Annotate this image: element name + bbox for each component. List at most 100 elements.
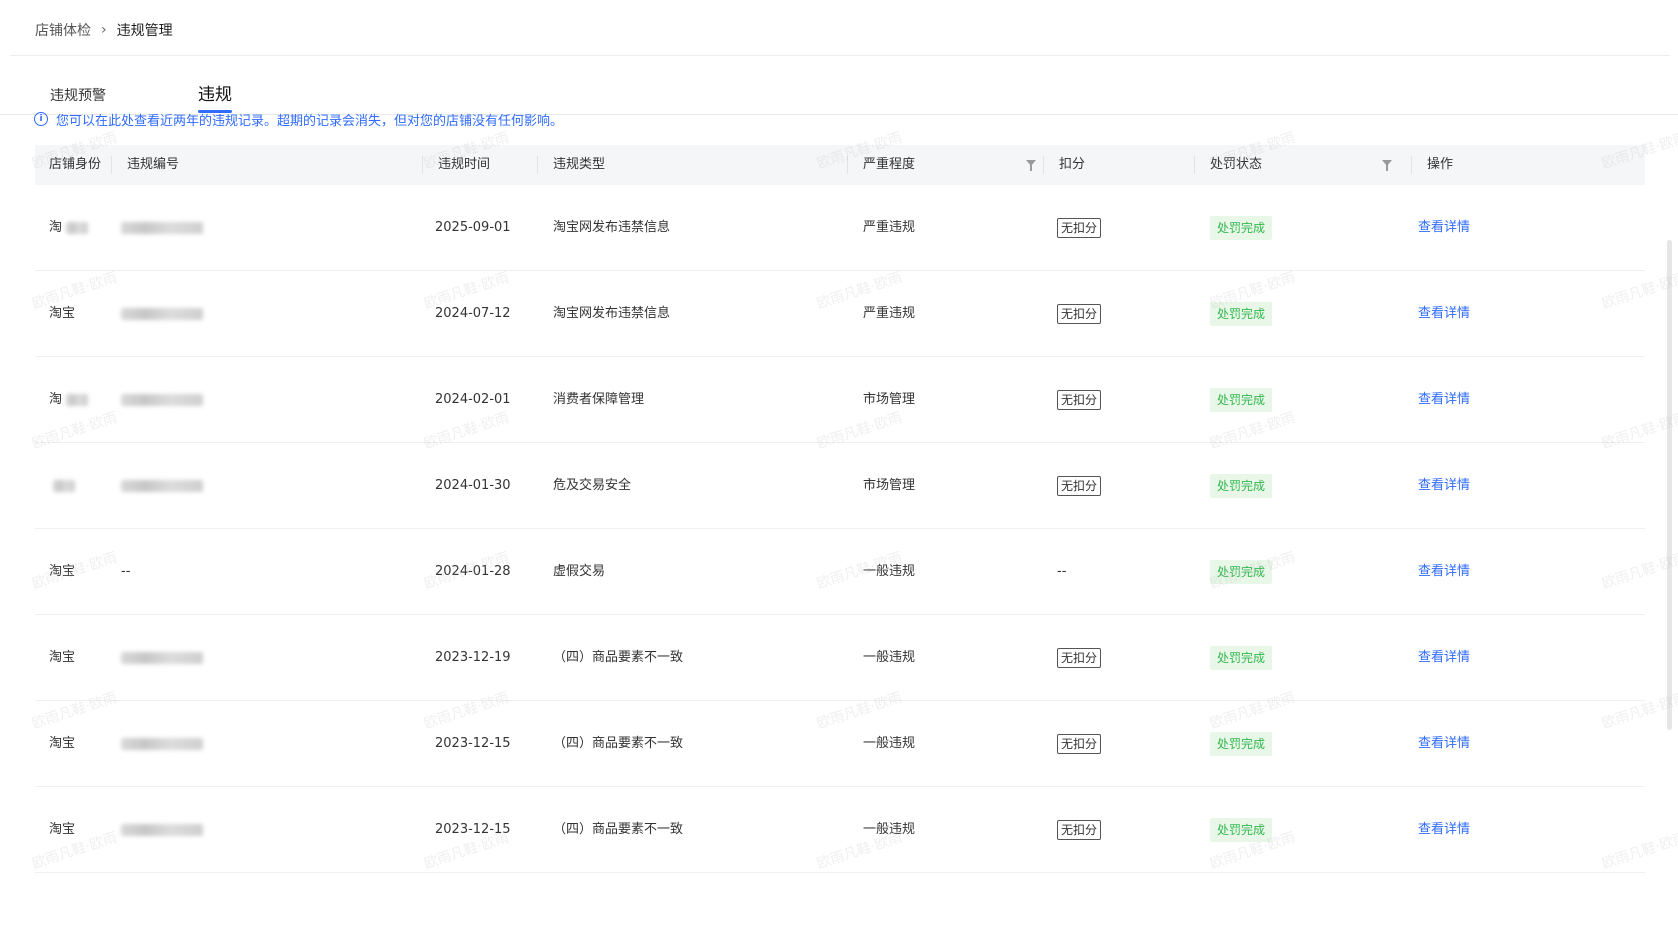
table-row: 淘宝 2024-07-12 淘宝网发布违禁信息 严重违规 无扣分 处罚完成 查看详情 [35,271,1645,357]
breadcrumb-parent-link[interactable]: 店铺体检 [35,20,91,40]
status-filter-icon[interactable] [1382,160,1392,171]
cell-severity: 严重违规 [863,306,916,321]
notice-text: 您可以在此处查看近两年的违规记录。超期的记录会消失，但对您的店铺没有任何影响。 [56,113,564,129]
redacted-blur [121,393,203,406]
status-badge: 处罚完成 [1210,731,1273,756]
breadcrumb: 店铺体检 › 违规管理 [10,4,1670,56]
view-details-link[interactable]: 查看详情 [1418,392,1470,407]
table-row: 淘宝 -- 2024-01-28 虚假交易 一般违规 -- 处罚完成 查看详情 [35,529,1645,615]
view-details-link[interactable]: 查看详情 [1418,822,1470,837]
status-badge: 处罚完成 [1210,473,1273,498]
cell-violation-type: 消费者保障管理 [553,392,645,407]
cell-deduction: 无扣分 [1057,787,1102,872]
info-icon: i [34,112,48,126]
cell-deduction: -- [1057,564,1067,579]
column-divider [1194,156,1195,174]
redacted-blur [66,221,89,234]
tab-violation[interactable]: 违规 [198,80,232,113]
cell-severity: 一般违规 [863,736,916,751]
view-details-link[interactable]: 查看详情 [1418,220,1470,235]
cell-penalty-status: 处罚完成 [1210,701,1273,786]
cell-severity: 一般违规 [863,822,916,837]
header-violation-time: 违规时间 [422,145,490,185]
cell-deduction: 无扣分 [1057,615,1102,700]
cell-deduction: 无扣分 [1057,357,1102,442]
cell-violation-type: （四）商品要素不一致 [553,736,684,751]
cell-shop-identity [49,443,75,528]
cell-action: 查看详情 [1418,529,1470,614]
cell-violation-time: 2024-07-12 [435,306,511,321]
view-details-link[interactable]: 查看详情 [1418,736,1470,751]
table-body: 淘 2025-09-01 淘宝网发布违禁信息 严重违规 无扣分 处罚完成 查看详情 淘宝 202… [35,185,1645,873]
cell-deduction: 无扣分 [1057,271,1102,356]
cell-violation-type: 淘宝网发布违禁信息 [553,306,671,321]
header-violation-id: 违规编号 [111,145,179,185]
cell-penalty-status: 处罚完成 [1210,615,1273,700]
deduction-tag: 无扣分 [1057,647,1102,668]
header-penalty-status: 处罚状态 [1194,145,1262,185]
cell-violation-id [121,185,203,270]
redacted-blur [121,823,203,836]
column-divider [422,156,423,174]
header-severity: 严重程度 [847,145,915,185]
redacted-blur [121,737,203,750]
tab-violation-warning[interactable]: 违规预警 [50,85,106,105]
scrollbar[interactable] [1667,240,1672,730]
redacted-blur [121,651,203,664]
column-divider [1043,156,1044,174]
cell-action: 查看详情 [1418,185,1470,270]
deduction-tag: 无扣分 [1057,217,1102,238]
cell-violation-id [121,271,203,356]
cell-action: 查看详情 [1418,701,1470,786]
cell-violation-id: -- [121,564,131,579]
redacted-blur [121,221,203,234]
table-row: 淘 2024-02-01 消费者保障管理 市场管理 无扣分 处罚完成 查看详情 [35,357,1645,443]
cell-severity: 严重违规 [863,220,916,235]
tab-bar: 违规预警 违规 [0,56,1678,115]
view-details-link[interactable]: 查看详情 [1418,564,1470,579]
cell-severity: 市场管理 [863,478,916,493]
status-badge: 处罚完成 [1210,301,1273,326]
cell-violation-type: （四）商品要素不一致 [553,650,684,665]
cell-violation-type: 虚假交易 [553,564,606,579]
redacted-blur [53,479,75,492]
status-badge: 处罚完成 [1210,817,1273,842]
status-badge: 处罚完成 [1210,559,1273,584]
status-badge: 处罚完成 [1210,645,1273,670]
header-violation-type: 违规类型 [537,145,605,185]
severity-filter-icon[interactable] [1026,160,1036,171]
redacted-blur [121,479,203,492]
cell-shop-identity: 淘宝 [49,736,76,751]
cell-violation-id [121,787,203,872]
cell-violation-type: 危及交易安全 [553,478,632,493]
cell-violation-id [121,357,203,442]
violation-table: 店铺身份 违规编号 违规时间 违规类型 严重程度 扣分 处罚状态 操作 淘 20… [35,145,1645,873]
cell-violation-time: 2023-12-15 [435,736,511,751]
cell-penalty-status: 处罚完成 [1210,787,1273,872]
chevron-right-icon: › [101,21,107,38]
cell-shop-identity: 淘宝 [49,822,76,837]
deduction-tag: 无扣分 [1057,819,1102,840]
table-row: 淘宝 2023-12-15 （四）商品要素不一致 一般违规 无扣分 处罚完成 查看详情 [35,787,1645,873]
cell-violation-time: 2025-09-01 [435,220,511,235]
cell-action: 查看详情 [1418,443,1470,528]
cell-shop-identity: 淘宝 [49,564,76,579]
view-details-link[interactable]: 查看详情 [1418,478,1470,493]
cell-violation-time: 2023-12-15 [435,822,511,837]
cell-deduction: 无扣分 [1057,185,1102,270]
view-details-link[interactable]: 查看详情 [1418,306,1470,321]
cell-action: 查看详情 [1418,271,1470,356]
cell-shop-identity: 淘 [49,185,89,270]
cell-action: 查看详情 [1418,357,1470,442]
cell-penalty-status: 处罚完成 [1210,271,1273,356]
cell-violation-id [121,615,203,700]
cell-shop-identity: 淘宝 [49,650,76,665]
cell-action: 查看详情 [1418,787,1470,872]
deduction-tag: 无扣分 [1057,733,1102,754]
cell-violation-type: 淘宝网发布违禁信息 [553,220,671,235]
column-divider [111,156,112,174]
view-details-link[interactable]: 查看详情 [1418,650,1470,665]
cell-shop-identity: 淘宝 [49,306,76,321]
deduction-tag: 无扣分 [1057,475,1102,496]
cell-violation-time: 2024-01-30 [435,478,511,493]
